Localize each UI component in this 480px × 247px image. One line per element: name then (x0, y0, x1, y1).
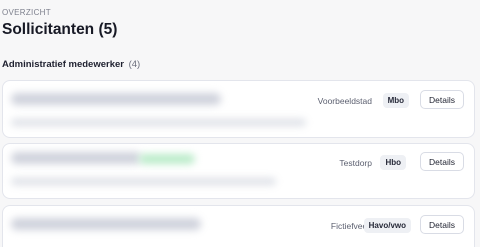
details-button[interactable]: Details (420, 215, 464, 234)
applicant-city: Voorbeeldstad (317, 96, 372, 106)
applicant-card[interactable]: Testdorp Hbo Details (2, 143, 475, 199)
redacted-applicant-name (11, 218, 201, 230)
education-level-badge: Hbo (380, 155, 406, 170)
page-title: Sollicitanten (5) (2, 21, 118, 38)
details-button[interactable]: Details (420, 152, 464, 171)
applicant-card[interactable]: Fictiefveen Havo/vwo Details (2, 205, 475, 247)
redacted-applicant-name (11, 93, 221, 105)
education-level-badge: Mbo (382, 93, 409, 108)
section-heading: Administratief medewerker (4) (2, 59, 140, 70)
applicant-card[interactable]: Voorbeeldstad Mbo Details (2, 80, 475, 138)
applicants-overview-page: OVERZICHT Sollicitanten (5) Administrati… (0, 0, 480, 247)
redacted-status-badge (139, 154, 195, 164)
details-button[interactable]: Details (420, 90, 464, 109)
applicant-city: Testdorp (339, 158, 372, 168)
section-count: (4) (128, 59, 141, 70)
section-title: Administratief medewerker (2, 59, 124, 70)
redacted-applicant-details (11, 178, 276, 185)
redacted-applicant-details (11, 119, 306, 126)
redacted-applicant-name (11, 152, 141, 164)
page-overline: OVERZICHT (2, 8, 51, 17)
education-level-badge: Havo/vwo (363, 218, 411, 233)
